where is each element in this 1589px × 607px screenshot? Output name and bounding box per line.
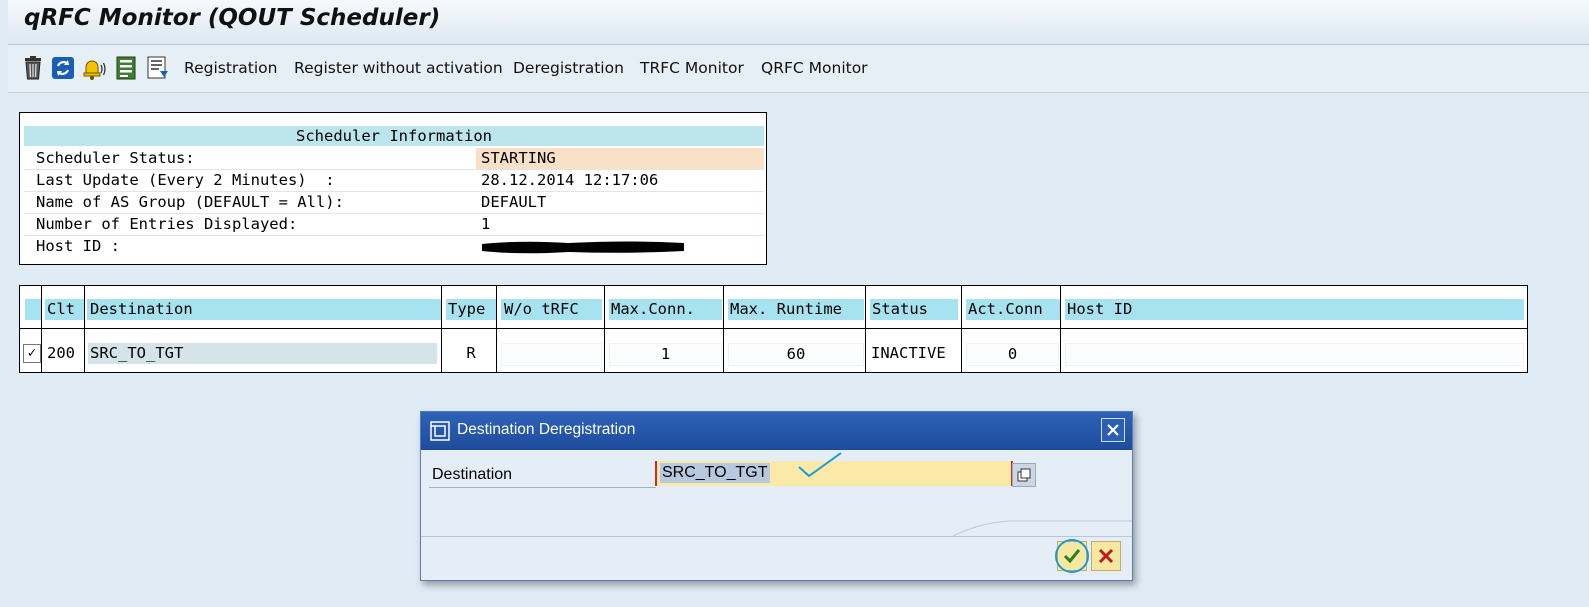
destination-deregistration-dialog: Destination Deregistration Destination S… bbox=[420, 411, 1133, 581]
display-list-icon[interactable] bbox=[145, 55, 171, 81]
grid-line bbox=[20, 328, 1527, 329]
qrfc-monitor-button[interactable]: QRFC Monitor bbox=[761, 59, 868, 77]
info-row-status: Scheduler Status: STARTING bbox=[24, 148, 764, 170]
col-header-max-conn[interactable]: Max.Conn. bbox=[609, 299, 722, 320]
dialog-title-bar[interactable]: Destination Deregistration bbox=[421, 412, 1132, 450]
row-select-checkbox[interactable]: ✓ bbox=[23, 344, 41, 363]
info-label: Last Update (Every 2 Minutes) : bbox=[36, 171, 335, 189]
scheduler-info-header: Scheduler Information bbox=[24, 126, 764, 146]
trfc-monitor-button[interactable]: TRFC Monitor bbox=[640, 59, 744, 77]
cell-max-conn: 1 bbox=[609, 343, 722, 366]
cell-max-runtime: 60 bbox=[728, 343, 864, 366]
col-header-max-runtime[interactable]: Max. Runtime bbox=[728, 299, 864, 320]
entries-value: 1 bbox=[481, 215, 491, 233]
deregistration-button[interactable]: Deregistration bbox=[513, 59, 624, 77]
cell-type: R bbox=[447, 343, 495, 364]
col-header-wo-trfc[interactable]: W/o tRFC bbox=[501, 299, 602, 320]
registration-button[interactable]: Registration bbox=[184, 59, 277, 77]
grid-line bbox=[865, 286, 866, 372]
cell-wo-trfc bbox=[501, 343, 602, 366]
destination-label: Destination bbox=[432, 466, 513, 483]
col-header-clt[interactable]: Clt bbox=[45, 299, 84, 320]
destination-input-value: SRC_TO_TGT bbox=[660, 463, 770, 483]
grid-line bbox=[604, 286, 605, 372]
destination-input[interactable]: SRC_TO_TGT bbox=[655, 452, 1013, 486]
detail-icon[interactable] bbox=[113, 55, 139, 81]
col-header-type[interactable]: Type bbox=[446, 299, 496, 320]
close-icon bbox=[1107, 424, 1119, 436]
as-group-value: DEFAULT bbox=[481, 193, 547, 211]
scheduler-status-value: STARTING bbox=[481, 149, 556, 167]
grid-line bbox=[723, 286, 724, 372]
info-label: Number of Entries Displayed: bbox=[36, 215, 298, 233]
cell-host-id bbox=[1065, 343, 1524, 366]
col-header-status[interactable]: Status bbox=[870, 299, 958, 320]
grid-line bbox=[41, 286, 42, 372]
dialog-window-icon bbox=[430, 421, 450, 441]
delete-icon[interactable] bbox=[20, 55, 46, 81]
info-label: Host ID : bbox=[36, 237, 120, 255]
info-row-as-group: Name of AS Group (DEFAULT = All): DEFAUL… bbox=[24, 192, 764, 214]
cell-clt: 200 bbox=[47, 343, 83, 364]
redaction-mark bbox=[482, 241, 684, 254]
scheduler-info-panel: Scheduler Information Scheduler Status: … bbox=[19, 112, 767, 265]
refresh-icon[interactable] bbox=[50, 55, 76, 81]
confirm-button[interactable] bbox=[1055, 539, 1089, 573]
cancel-x-icon bbox=[1098, 548, 1114, 564]
info-row-host-id: Host ID : bbox=[24, 236, 764, 257]
value-help-icon bbox=[1017, 468, 1031, 482]
dialog-footer-separator bbox=[421, 536, 1132, 537]
cell-destination[interactable]: SRC_TO_TGT bbox=[88, 343, 437, 364]
window-title: qRFC Monitor (QOUT Scheduler) bbox=[24, 5, 441, 31]
info-row-entries: Number of Entries Displayed: 1 bbox=[24, 214, 764, 236]
info-label: Name of AS Group (DEFAULT = All): bbox=[36, 193, 344, 211]
grid-line bbox=[1060, 286, 1061, 372]
alert-bell-icon[interactable] bbox=[81, 55, 107, 81]
register-without-activation-button[interactable]: Register without activation bbox=[294, 59, 503, 77]
highlight-circle-annotation bbox=[1055, 539, 1089, 573]
grid-line bbox=[441, 286, 442, 372]
scheduler-table: Clt Destination Type W/o tRFC Max.Conn. … bbox=[19, 285, 1528, 373]
grid-line bbox=[84, 286, 85, 372]
cell-status: INACTIVE bbox=[871, 343, 961, 364]
info-row-last-update: Last Update (Every 2 Minutes) : 28.12.20… bbox=[24, 170, 764, 192]
col-header-destination[interactable]: Destination bbox=[87, 299, 441, 320]
handdrawn-checkmark-annotation bbox=[798, 452, 842, 478]
cell-act-conn: 0 bbox=[966, 343, 1059, 366]
title-bar: qRFC Monitor (QOUT Scheduler) bbox=[8, 0, 1589, 45]
dialog-body: Destination SRC_TO_TGT bbox=[421, 450, 1132, 580]
select-all-header[interactable] bbox=[25, 299, 41, 320]
grid-line bbox=[496, 286, 497, 372]
dialog-title: Destination Deregistration bbox=[457, 421, 636, 438]
grid-line bbox=[961, 286, 962, 372]
col-header-act-conn[interactable]: Act.Conn bbox=[966, 299, 1060, 320]
cancel-button[interactable] bbox=[1091, 541, 1121, 571]
application-toolbar: Registration Register without activation… bbox=[8, 45, 1589, 93]
label-underline bbox=[429, 487, 656, 488]
last-update-value: 28.12.2014 12:17:06 bbox=[481, 171, 659, 189]
col-header-host-id[interactable]: Host ID bbox=[1065, 299, 1524, 320]
value-help-button[interactable] bbox=[1012, 463, 1036, 487]
info-label: Scheduler Status: bbox=[36, 149, 195, 167]
close-button[interactable] bbox=[1101, 418, 1125, 442]
